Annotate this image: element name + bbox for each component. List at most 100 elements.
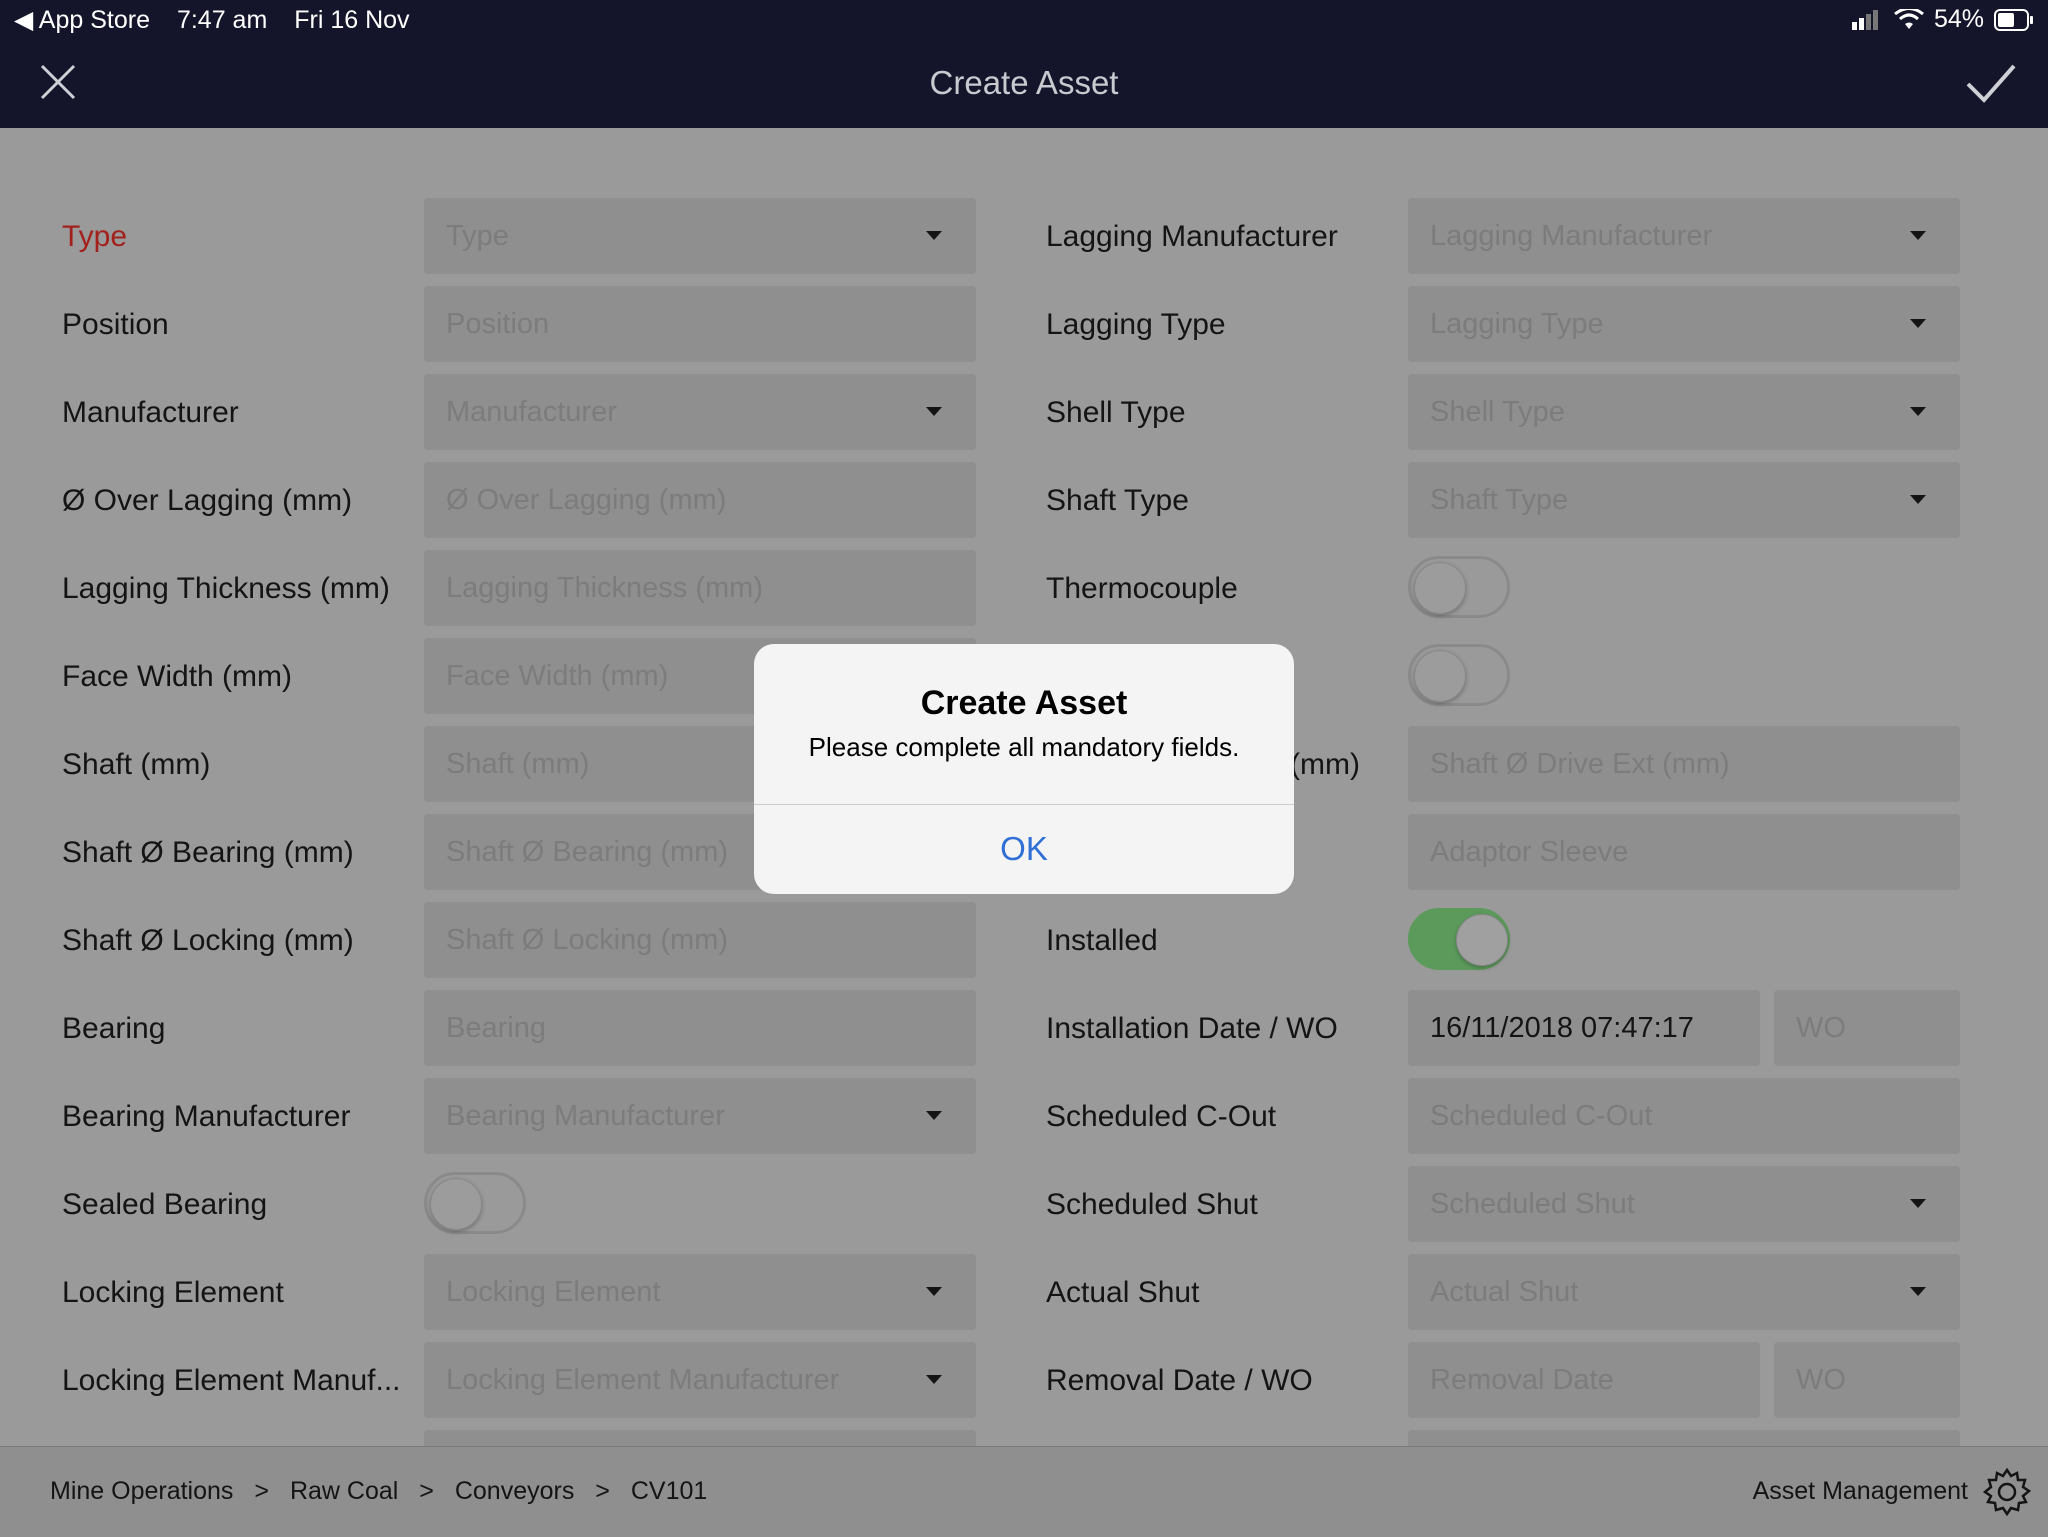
drive-ext-label: (mm) <box>1290 748 1360 781</box>
checkmark-icon[interactable] <box>1964 60 2018 106</box>
bearing-input[interactable]: Bearing <box>424 990 976 1066</box>
toggle-knob <box>1414 562 1466 614</box>
scheduled-cout-input[interactable]: Scheduled C-Out <box>1408 1078 1960 1154</box>
adaptor-sleeve-input[interactable]: Adaptor Sleeve <box>1408 814 1960 890</box>
position-input[interactable]: Position <box>424 286 976 362</box>
installation-date-value: 16/11/2018 07:47:17 <box>1430 1012 1694 1044</box>
app-name-label: Asset Management <box>1752 1477 1968 1505</box>
installed-toggle[interactable] <box>1408 908 1510 970</box>
shell-type-placeholder: Shell Type <box>1430 396 1565 428</box>
dropdown-caret-icon <box>926 1111 942 1120</box>
actual-shut-dropdown[interactable]: Actual Shut <box>1408 1254 1960 1330</box>
next-row-field[interactable] <box>424 1430 976 1446</box>
type-placeholder: Type <box>446 220 509 252</box>
bearing-label: Bearing <box>62 1012 166 1045</box>
over-lagging-placeholder: Ø Over Lagging (mm) <box>446 484 727 516</box>
alert-message: Please complete all mandatory fields. <box>808 732 1240 762</box>
toggle-knob <box>1414 650 1466 702</box>
installation-wo-placeholder: WO <box>1796 1012 1846 1044</box>
scheduled-cout-label: Scheduled C-Out <box>1046 1100 1277 1133</box>
actual-shut-label: Actual Shut <box>1046 1276 1200 1309</box>
shaft-locking-placeholder: Shaft Ø Locking (mm) <box>446 924 729 956</box>
breadcrumb-item[interactable]: Conveyors <box>455 1477 575 1505</box>
manufacturer-placeholder: Manufacturer <box>446 396 617 428</box>
lagging-thickness-input[interactable]: Lagging Thickness (mm) <box>424 550 976 626</box>
removal-date-input[interactable]: Removal Date <box>1408 1342 1760 1418</box>
alert-dialog: Create Asset Please complete all mandato… <box>754 644 1294 894</box>
scheduled-shut-label: Scheduled Shut <box>1046 1188 1258 1221</box>
thermocouple-toggle[interactable] <box>1408 556 1510 618</box>
manufacturer-label: Manufacturer <box>62 396 239 429</box>
scheduled-shut-placeholder: Scheduled Shut <box>1430 1188 1635 1220</box>
shaft-label: Shaft (mm) <box>62 748 211 781</box>
shell-type-dropdown[interactable]: Shell Type <box>1408 374 1960 450</box>
navigation-bar: Create Asset <box>0 40 2048 128</box>
lagging-type-dropdown[interactable]: Lagging Type <box>1408 286 1960 362</box>
shaft-type-label: Shaft Type <box>1046 484 1189 517</box>
shaft-locking-input[interactable]: Shaft Ø Locking (mm) <box>424 902 976 978</box>
lagging-type-label: Lagging Type <box>1046 308 1226 341</box>
lagging-thickness-label: Lagging Thickness (mm) <box>62 572 390 605</box>
lagging-manufacturer-label: Lagging Manufacturer <box>1046 220 1338 253</box>
next-row-field-right[interactable] <box>1408 1430 1960 1446</box>
installation-wo-input[interactable]: WO <box>1774 990 1960 1066</box>
wifi-icon <box>1894 8 1924 29</box>
sealed-bearing-toggle[interactable] <box>424 1172 526 1234</box>
shaft-type-dropdown[interactable]: Shaft Type <box>1408 462 1960 538</box>
dropdown-caret-icon <box>1910 1199 1926 1208</box>
locking-element-placeholder: Locking Element <box>446 1276 661 1308</box>
dropdown-caret-icon <box>926 231 942 240</box>
locking-element-dropdown[interactable]: Locking Element <box>424 1254 976 1330</box>
shaft-drive-ext-input[interactable]: Shaft Ø Drive Ext (mm) <box>1408 726 1960 802</box>
position-placeholder: Position <box>446 308 550 340</box>
shaft-drive-ext-placeholder: Shaft Ø Drive Ext (mm) <box>1430 748 1730 780</box>
hidden-row-toggle[interactable] <box>1408 644 1510 706</box>
signal-icon <box>1851 9 1878 30</box>
over-lagging-input[interactable]: Ø Over Lagging (mm) <box>424 462 976 538</box>
breadcrumb: Mine Operations > Raw Coal > Conveyors >… <box>50 1477 721 1506</box>
removal-wo-input[interactable]: WO <box>1774 1342 1960 1418</box>
dropdown-caret-icon <box>1910 407 1926 416</box>
shell-type-label: Shell Type <box>1046 396 1186 429</box>
bearing-manufacturer-placeholder: Bearing Manufacturer <box>446 1100 725 1132</box>
over-lagging-label: Ø Over Lagging (mm) <box>62 484 353 517</box>
bearing-manufacturer-dropdown[interactable]: Bearing Manufacturer <box>424 1078 976 1154</box>
toggle-knob <box>1456 914 1508 966</box>
installation-date-input[interactable]: 16/11/2018 07:47:17 <box>1408 990 1760 1066</box>
gear-icon[interactable] <box>1982 1467 2032 1517</box>
dropdown-caret-icon <box>1910 495 1926 504</box>
locking-element-label: Locking Element <box>62 1276 284 1309</box>
breadcrumb-separator: > <box>419 1477 434 1505</box>
lagging-type-placeholder: Lagging Type <box>1430 308 1604 340</box>
shaft-bearing-placeholder: Shaft Ø Bearing (mm) <box>446 836 729 868</box>
locking-element-manufacturer-label: Locking Element Manuf... <box>62 1364 401 1397</box>
lagging-manufacturer-dropdown[interactable]: Lagging Manufacturer <box>1408 198 1960 274</box>
breadcrumb-item[interactable]: CV101 <box>631 1477 707 1505</box>
face-width-label: Face Width (mm) <box>62 660 293 693</box>
status-time: 7:47 am <box>176 6 268 34</box>
back-to-app-link[interactable]: ◀ App Store <box>14 6 150 34</box>
manufacturer-dropdown[interactable]: Manufacturer <box>424 374 976 450</box>
actual-shut-placeholder: Actual Shut <box>1430 1276 1579 1308</box>
breadcrumb-separator: > <box>595 1477 610 1505</box>
lagging-manufacturer-placeholder: Lagging Manufacturer <box>1430 220 1713 252</box>
bearing-manufacturer-label: Bearing Manufacturer <box>62 1100 351 1133</box>
breadcrumb-item[interactable]: Raw Coal <box>290 1477 398 1505</box>
alert-title: Create Asset <box>920 684 1128 722</box>
dropdown-caret-icon <box>1910 319 1926 328</box>
ok-button[interactable]: OK <box>754 804 1294 894</box>
position-label: Position <box>62 308 169 341</box>
shaft-bearing-label: Shaft Ø Bearing (mm) <box>62 836 354 869</box>
type-dropdown[interactable]: Type <box>424 198 976 274</box>
lagging-thickness-placeholder: Lagging Thickness (mm) <box>446 572 763 604</box>
locking-element-manufacturer-dropdown[interactable]: Locking Element Manufacturer <box>424 1342 976 1418</box>
scheduled-cout-placeholder: Scheduled C-Out <box>1430 1100 1653 1132</box>
removal-wo-placeholder: WO <box>1796 1364 1846 1396</box>
status-bar: ◀ App Store 7:47 am Fri 16 Nov 54% <box>0 0 2048 40</box>
type-label: Type <box>62 220 128 253</box>
breadcrumb-item[interactable]: Mine Operations <box>50 1477 233 1505</box>
status-date: Fri 16 Nov <box>294 6 410 34</box>
shaft-type-placeholder: Shaft Type <box>1430 484 1569 516</box>
scheduled-shut-dropdown[interactable]: Scheduled Shut <box>1408 1166 1960 1242</box>
face-width-placeholder: Face Width (mm) <box>446 660 669 692</box>
